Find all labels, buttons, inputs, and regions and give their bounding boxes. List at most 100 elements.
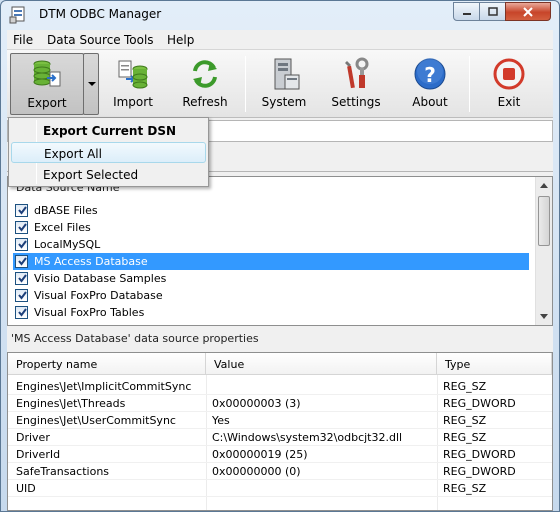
import-label: Import — [113, 95, 153, 109]
toolbar-separator — [469, 56, 470, 112]
app-icon — [9, 6, 25, 24]
dsn-item-label: LocalMySQL — [34, 238, 101, 251]
table-row[interactable]: Driver C:\Windows\system32\odbcjt32.dll … — [8, 429, 552, 446]
system-button[interactable]: System — [253, 53, 315, 115]
help-icon: ? — [414, 58, 446, 90]
dsn-item-selected[interactable]: MS Access Database — [13, 253, 529, 270]
properties-table[interactable]: Property name Value Type Engines\Jet\Imp… — [7, 352, 553, 511]
dsn-checkbox[interactable] — [15, 238, 28, 251]
check-icon — [18, 223, 27, 232]
settings-button[interactable]: Settings — [325, 53, 387, 115]
property-value: C:\Windows\system32\odbcjt32.dll — [212, 431, 403, 444]
menu-tools[interactable]: Tools — [124, 33, 154, 47]
scroll-thumb[interactable] — [538, 196, 550, 246]
export-button[interactable]: Export — [10, 53, 84, 115]
menu-data-source[interactable]: Data Source — [47, 33, 121, 47]
exit-label: Exit — [497, 95, 521, 109]
dsn-checkbox[interactable] — [15, 289, 28, 302]
menu-file[interactable]: File — [13, 33, 33, 47]
table-row[interactable]: Engines\Jet\ImplicitCommitSync REG_SZ — [8, 378, 552, 395]
table-row[interactable]: Engines\Jet\UserCommitSync Yes REG_SZ — [8, 412, 552, 429]
window-title: DTM ODBC Manager — [39, 7, 162, 21]
table-row[interactable]: DriverId 0x00000019 (25) REG_DWORD — [8, 446, 552, 463]
properties-title: 'MS Access Database' data source propert… — [11, 332, 259, 345]
property-name: DriverId — [16, 448, 61, 461]
column-header-property[interactable]: Property name — [8, 353, 206, 375]
dsn-item[interactable]: dBASE Files — [13, 202, 529, 219]
export-icon — [33, 60, 61, 87]
property-type: REG_SZ — [443, 414, 487, 427]
dsn-item[interactable]: LocalMySQL — [13, 236, 529, 253]
property-type: REG_DWORD — [443, 397, 516, 410]
menu-item-export-current-dsn[interactable]: Export Current DSN — [11, 120, 206, 141]
property-name: Engines\Jet\ImplicitCommitSync — [16, 380, 192, 393]
maximize-button[interactable] — [479, 2, 506, 21]
property-type: REG_DWORD — [443, 465, 516, 478]
scroll-down-button[interactable] — [536, 308, 552, 324]
export-dropdown-button[interactable] — [83, 53, 99, 115]
refresh-button[interactable]: Refresh — [174, 53, 236, 115]
import-icon — [118, 60, 148, 89]
refresh-label: Refresh — [182, 95, 228, 109]
chevron-up-icon — [540, 182, 548, 188]
dsn-item-label: Visual FoxPro Tables — [34, 306, 145, 319]
dsn-item-label: MS Access Database — [34, 255, 148, 268]
refresh-icon — [193, 60, 217, 88]
close-icon — [523, 6, 533, 17]
dsn-checkbox[interactable] — [15, 272, 28, 285]
check-icon — [18, 274, 27, 283]
svg-text:?: ? — [424, 63, 436, 87]
property-type: REG_SZ — [443, 431, 487, 444]
system-icon — [274, 58, 300, 90]
menu-help[interactable]: Help — [167, 33, 194, 47]
dsn-item[interactable]: Visual FoxPro Tables — [13, 304, 529, 321]
table-row[interactable]: Engines\Jet\Threads 0x00000003 (3) REG_D… — [8, 395, 552, 412]
dsn-checkbox[interactable] — [15, 221, 28, 234]
table-row[interactable]: UID REG_SZ — [8, 480, 552, 497]
property-type: REG_DWORD — [443, 448, 516, 461]
toolbar: Export Import Refresh System Settings ? … — [7, 50, 553, 118]
dsn-checkbox[interactable] — [15, 255, 28, 268]
dsn-item[interactable]: Visio Database Samples — [13, 270, 529, 287]
export-dropdown-menu: Export Current DSN Export All Export Sel… — [8, 117, 209, 187]
property-value: 0x00000003 (3) — [212, 397, 301, 410]
about-label: About — [412, 95, 448, 109]
menu-item-export-selected[interactable]: Export Selected — [11, 164, 206, 185]
check-icon — [18, 308, 27, 317]
column-header-value[interactable]: Value — [206, 353, 437, 375]
dsn-checkbox[interactable] — [15, 204, 28, 217]
dsn-list-scrollbar[interactable] — [535, 177, 552, 325]
chevron-down-icon — [88, 82, 96, 86]
exit-button[interactable]: Exit — [478, 53, 540, 115]
check-icon — [18, 240, 27, 249]
column-header-type[interactable]: Type — [437, 353, 552, 375]
about-button[interactable]: ? About — [399, 53, 461, 115]
table-row[interactable]: SafeTransactions 0x00000000 (0) REG_DWOR… — [8, 463, 552, 480]
menu-item-export-all[interactable]: Export All — [11, 142, 206, 163]
dsn-item-label: Visio Database Samples — [34, 272, 167, 285]
import-button[interactable]: Import — [102, 53, 164, 115]
settings-label: Settings — [331, 95, 381, 109]
scroll-up-button[interactable] — [536, 177, 552, 193]
menu-bar: File Data Source Tools Help — [7, 30, 553, 50]
export-label: Export — [27, 96, 67, 110]
minimize-icon — [462, 12, 471, 15]
property-type: REG_SZ — [443, 482, 487, 495]
dsn-checkbox[interactable] — [15, 306, 28, 319]
property-name: SafeTransactions — [16, 465, 110, 478]
title-bar[interactable]: DTM ODBC Manager — [1, 1, 559, 30]
property-value: 0x00000000 (0) — [212, 465, 301, 478]
system-label: System — [261, 95, 307, 109]
settings-icon — [345, 57, 369, 89]
close-button[interactable] — [505, 2, 551, 21]
dsn-list[interactable]: Data Source Name dBASE Files Excel Files… — [7, 176, 553, 326]
dsn-item[interactable]: Excel Files — [13, 219, 529, 236]
property-name: Engines\Jet\UserCommitSync — [16, 414, 176, 427]
check-icon — [18, 291, 27, 300]
dsn-item-label: Excel Files — [34, 221, 91, 234]
dsn-item[interactable]: Visual FoxPro Database — [13, 287, 529, 304]
property-name: Driver — [16, 431, 50, 444]
property-value: 0x00000019 (25) — [212, 448, 308, 461]
minimize-button[interactable] — [453, 2, 480, 21]
property-value: Yes — [212, 414, 230, 427]
